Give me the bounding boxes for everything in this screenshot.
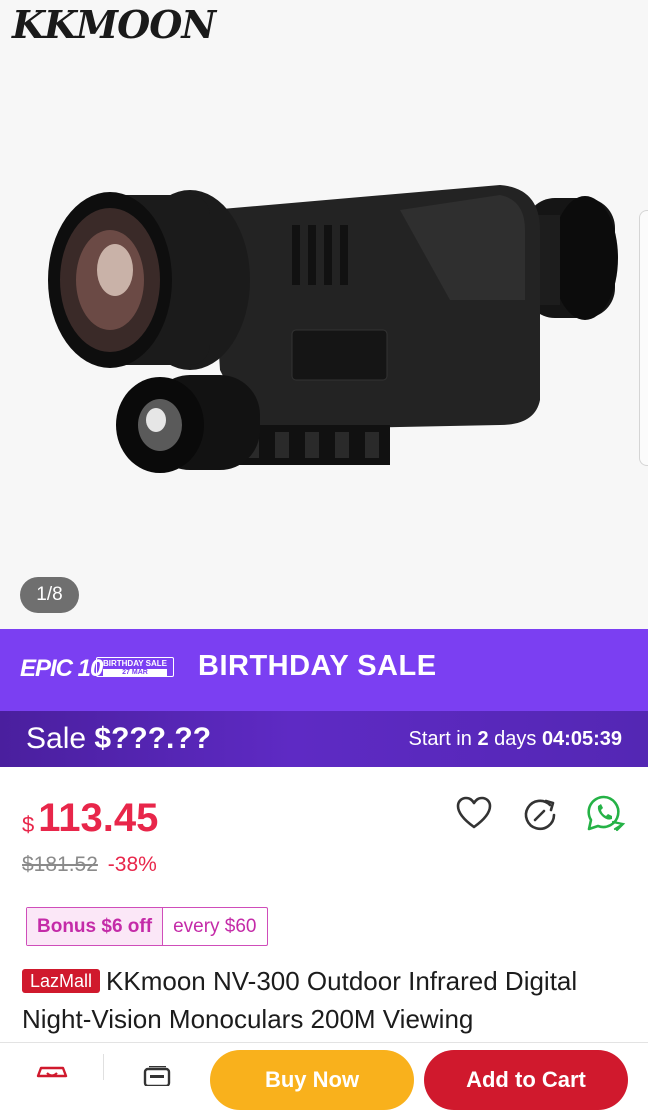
chat-button[interactable] xyxy=(140,1064,172,1091)
countdown-time: 04:05:39 xyxy=(541,728,622,750)
epic-logo: EPIC 10 xyxy=(20,655,103,682)
whatsapp-icon xyxy=(587,795,626,832)
add-to-cart-button[interactable]: Add to Cart xyxy=(424,1050,628,1110)
product-image xyxy=(48,185,618,473)
buy-now-button[interactable]: Buy Now xyxy=(210,1050,414,1110)
epic-badge-date: 27 MAR xyxy=(103,669,167,677)
image-counter: 1/8 xyxy=(20,577,79,613)
price-value: 113.45 xyxy=(38,796,159,840)
countdown-prefix: Start in xyxy=(408,728,472,750)
epic-badge-top: BIRTHDAY SALE xyxy=(102,659,167,668)
bonus-condition: every $60 xyxy=(173,915,257,937)
brand-logo: KKMOON xyxy=(12,2,216,47)
bonus-label: Bonus $6 off xyxy=(27,908,164,945)
sale-amount: $???.?? xyxy=(94,722,212,755)
sale-prefix: Sale xyxy=(26,722,87,755)
discount-percent: -38% xyxy=(107,853,157,876)
heart-icon xyxy=(456,796,492,829)
share-button[interactable] xyxy=(520,795,560,835)
countdown-days: 2 xyxy=(477,728,489,750)
current-price: $113.45 xyxy=(22,796,158,841)
whatsapp-share-button[interactable] xyxy=(586,794,626,834)
sale-countdown: Start in 2 days 04:05:39 xyxy=(409,728,622,751)
bonus-voucher[interactable]: Bonus $6 off every $60 xyxy=(26,907,268,946)
epic-badge: BIRTHDAY SALE 27 MAR xyxy=(96,657,174,677)
share-icon xyxy=(524,799,556,831)
store-icon xyxy=(36,1066,68,1078)
product-title: LazMall KKmoon NV-300 Outdoor Infrared Di… xyxy=(22,962,632,1038)
gallery-next-handle[interactable] xyxy=(639,210,648,466)
product-gallery[interactable]: KKMOON 1/8 xyxy=(0,0,648,630)
original-price: $181.52 xyxy=(22,853,98,876)
banner-title: BIRTHDAY SALE xyxy=(198,650,437,682)
currency-symbol: $ xyxy=(22,812,35,837)
sale-label: Sale $???.?? xyxy=(26,722,211,756)
price-compare: $181.52 -38% xyxy=(22,853,157,877)
bottom-divider xyxy=(103,1054,104,1080)
wishlist-button[interactable] xyxy=(454,793,494,833)
store-button[interactable] xyxy=(36,1066,68,1091)
chat-icon xyxy=(143,1064,171,1088)
lazmall-badge: LazMall xyxy=(22,969,101,993)
countdown-days-label: days xyxy=(494,728,537,750)
product-title-text: KKmoon NV-300 Outdoor Infrared Digital N… xyxy=(22,966,578,1034)
